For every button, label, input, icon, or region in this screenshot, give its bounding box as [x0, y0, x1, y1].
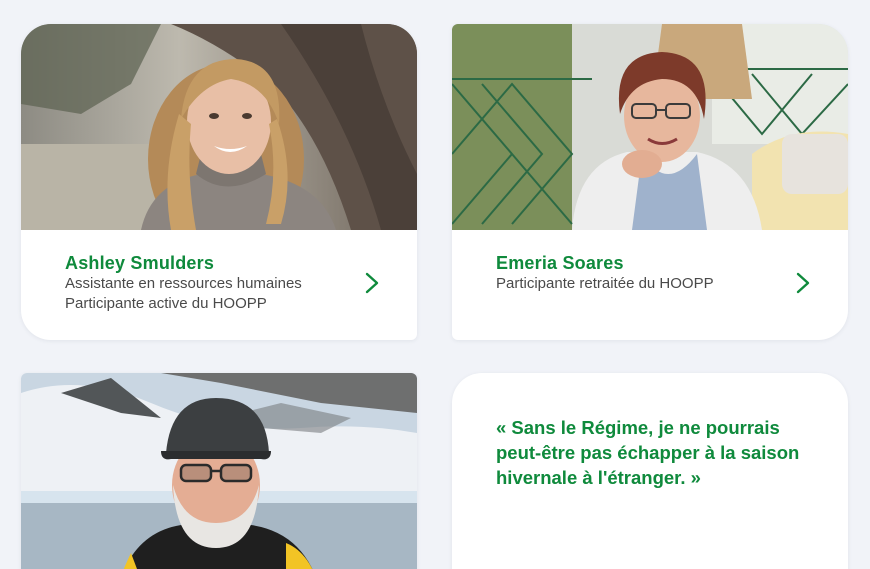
testimonial-card-third[interactable]: [21, 373, 417, 569]
testimonial-card-ashley[interactable]: Ashley Smulders Assistante en ressources…: [21, 24, 417, 340]
person-status: Participante active du HOOPP: [65, 295, 267, 312]
person-role: Assistante en ressources humaines: [65, 275, 302, 292]
testimonial-info: Emeria Soares Participante retraitée du …: [496, 252, 778, 294]
testimonial-info: Ashley Smulders Assistante en ressources…: [65, 252, 347, 314]
chevron-right-icon[interactable]: [363, 272, 381, 294]
chevron-right-icon[interactable]: [794, 272, 812, 294]
profile-photo-emeria: [452, 24, 848, 230]
testimonial-quote: « Sans le Régime, je ne pourrais peut-êt…: [496, 417, 800, 488]
person-name: Ashley Smulders: [65, 253, 215, 273]
profile-photo-ashley: [21, 24, 417, 230]
quote-card: « Sans le Régime, je ne pourrais peut-êt…: [452, 373, 848, 569]
testimonial-card-emeria[interactable]: Emeria Soares Participante retraitée du …: [452, 24, 848, 340]
person-name: Emeria Soares: [496, 253, 624, 273]
person-status: Participante retraitée du HOOPP: [496, 275, 714, 292]
profile-photo-third: [21, 373, 417, 569]
